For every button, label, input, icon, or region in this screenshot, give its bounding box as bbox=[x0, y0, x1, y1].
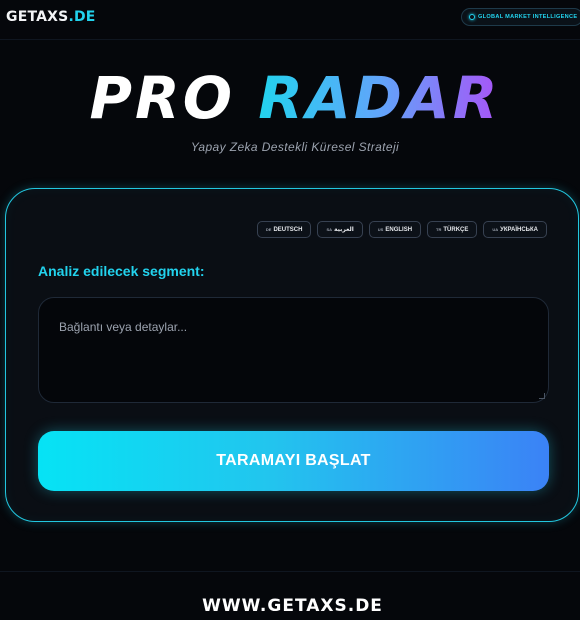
flag-de-icon: DE bbox=[265, 227, 272, 232]
lang-button-turkish[interactable]: TR TÜRKÇE bbox=[427, 221, 478, 238]
textarea-placeholder: Bağlantı veya detaylar... bbox=[59, 320, 188, 334]
badge-label: GLOBAL MARKET INTELLIGENCE bbox=[478, 14, 578, 20]
lang-button-arabic[interactable]: SA العربية bbox=[317, 221, 363, 238]
start-scan-button[interactable]: TARAMAYI BAŞLAT bbox=[38, 431, 549, 491]
top-bar: GETAXS.DE GLOBAL MARKET INTELLIGENCE bbox=[0, 0, 580, 40]
flag-us-icon: US bbox=[377, 227, 384, 232]
lang-label: ENGLISH bbox=[385, 226, 413, 233]
lang-button-deutsch[interactable]: DE DEUTSCH bbox=[256, 221, 312, 238]
title-word-pro: PRO bbox=[89, 64, 236, 132]
market-intelligence-badge: GLOBAL MARKET INTELLIGENCE bbox=[461, 8, 580, 26]
language-selector: DE DEUTSCH SA العربية US ENGLISH TR TÜRKÇE U… bbox=[256, 221, 547, 238]
logo-main: GETAXS bbox=[6, 9, 69, 25]
segment-label: Analiz edilecek segment: bbox=[38, 263, 205, 279]
resize-handle-icon[interactable] bbox=[539, 393, 545, 399]
flag-ua-icon: UA bbox=[492, 227, 499, 232]
title-word-radar: RADAR bbox=[258, 64, 501, 132]
lang-button-english[interactable]: US ENGLISH bbox=[368, 221, 422, 238]
logo-suffix: .DE bbox=[68, 9, 96, 25]
lang-label: العربية bbox=[334, 227, 354, 233]
segment-textarea[interactable]: Bağlantı veya detaylar... bbox=[38, 297, 549, 403]
footer-site-link[interactable]: WWW.GETAXS.DE bbox=[0, 596, 580, 616]
lang-label: TÜRKÇE bbox=[443, 226, 469, 233]
radar-dot-icon bbox=[469, 14, 475, 20]
lang-label: УКРАЇНСЬКА bbox=[500, 226, 538, 233]
page-subtitle: Yapay Zeka Destekli Küresel Strateji bbox=[190, 140, 400, 154]
flag-tr-icon: TR bbox=[436, 227, 442, 232]
page-title: PRO RADAR bbox=[0, 66, 580, 130]
flag-sa-icon: SA bbox=[326, 227, 333, 232]
footer-divider bbox=[0, 571, 580, 572]
lang-label: DEUTSCH bbox=[273, 226, 303, 233]
lang-button-ukrainian[interactable]: UA УКРАЇНСЬКА bbox=[483, 221, 547, 238]
brand-logo[interactable]: GETAXS.DE bbox=[6, 9, 96, 25]
scan-card: DE DEUTSCH SA العربية US ENGLISH TR TÜRKÇE U… bbox=[5, 188, 579, 522]
